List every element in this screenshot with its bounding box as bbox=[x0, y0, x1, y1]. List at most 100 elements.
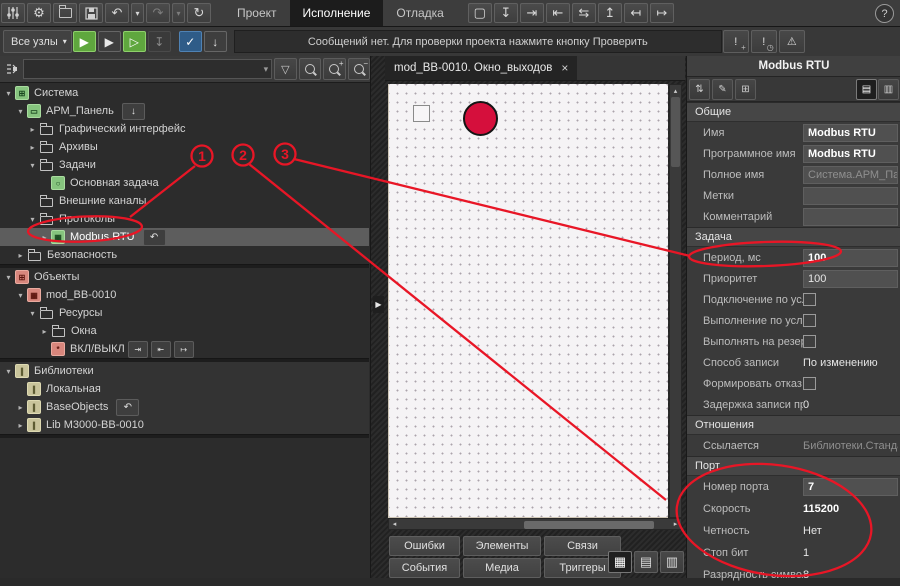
bottom-tab-errors[interactable]: Ошибки bbox=[389, 536, 460, 556]
binding-link-icon[interactable]: ↦ bbox=[174, 341, 194, 358]
search-icon[interactable] bbox=[299, 58, 321, 80]
expander-closed-icon[interactable]: ▸ bbox=[27, 143, 38, 152]
save-icon[interactable] bbox=[79, 3, 103, 23]
expander-closed-icon[interactable]: ▸ bbox=[15, 251, 26, 260]
property-value-input[interactable]: 7 bbox=[803, 478, 898, 496]
property-value-text[interactable]: По изменению bbox=[803, 357, 898, 369]
redo-icon[interactable]: ↷ bbox=[146, 3, 170, 23]
panel-expander-arrow[interactable]: ▶ bbox=[373, 296, 384, 313]
expander-open-icon[interactable]: ▾ bbox=[3, 89, 14, 98]
jump-back-icon[interactable]: ↶ bbox=[116, 399, 139, 416]
tree-item-libraries[interactable]: ▾ ∥ Библиотеки bbox=[0, 362, 369, 380]
open-folder-icon[interactable] bbox=[53, 3, 77, 23]
vertical-scrollbar[interactable]: ▴ bbox=[669, 84, 682, 518]
frame-select-icon[interactable]: ▢ bbox=[468, 3, 492, 23]
tree-item-modbus-rtu[interactable]: ▸ ▦ Modbus RTU ↶ bbox=[0, 228, 369, 246]
tree-item-on-off[interactable]: * ВКЛ/ВЫКЛ ⇥ ⇤ ↦ bbox=[0, 340, 369, 358]
insert-list-icon[interactable]: ↦ bbox=[650, 3, 674, 23]
load-check-button[interactable]: ↓ bbox=[204, 31, 227, 52]
property-value-input[interactable] bbox=[803, 208, 898, 226]
view-stacked-icon[interactable]: ▤ bbox=[856, 79, 877, 100]
deploy-target-icon[interactable]: ↓ bbox=[122, 103, 145, 120]
swap-branch-icon[interactable]: ⇆ bbox=[572, 3, 596, 23]
view-rows-icon[interactable]: ▤ bbox=[634, 551, 658, 573]
expander-open-icon[interactable]: ▾ bbox=[27, 309, 38, 318]
reload-node-icon[interactable]: ↻ bbox=[187, 3, 211, 23]
verify-project-button[interactable]: ✓ bbox=[179, 31, 202, 52]
property-value-input[interactable]: 100 bbox=[803, 270, 898, 288]
property-value-text[interactable]: 0 bbox=[803, 399, 898, 411]
checkbox[interactable] bbox=[803, 314, 816, 327]
scroll-up-icon[interactable]: ▴ bbox=[670, 85, 681, 96]
property-value-text[interactable]: 115200 bbox=[803, 503, 898, 515]
jump-back-icon[interactable]: ↶ bbox=[143, 229, 166, 246]
bottom-tab-elements[interactable]: Элементы bbox=[463, 536, 541, 556]
collapse-branch-icon[interactable]: ⇤ bbox=[546, 3, 570, 23]
expander-closed-icon[interactable]: ▸ bbox=[39, 327, 50, 336]
tree-item-baseobjects[interactable]: ▸ ∥ BaseObjects ↶ bbox=[0, 398, 369, 416]
property-value-text[interactable]: Нет bbox=[803, 525, 898, 537]
tree-item-system[interactable]: ▾ ⊞ Система bbox=[0, 84, 369, 102]
add-message-icon[interactable]: ! + bbox=[723, 30, 749, 53]
expander-open-icon[interactable]: ▾ bbox=[3, 367, 14, 376]
section-relations[interactable]: Отношения bbox=[687, 415, 900, 435]
sort-properties-icon[interactable]: ⇅ bbox=[689, 79, 710, 100]
search-next-icon[interactable]: + bbox=[323, 58, 345, 80]
view-grid-icon[interactable]: ▦ bbox=[608, 551, 632, 573]
settings-sliders-icon[interactable] bbox=[1, 3, 25, 23]
editor-tab[interactable]: mod_BB-0010. Окно_выходов × bbox=[385, 56, 577, 80]
scroll-left-icon[interactable]: ◂ bbox=[389, 520, 400, 528]
binding-in-icon[interactable]: ⇥ bbox=[128, 341, 148, 358]
run-all-button[interactable]: ▶ bbox=[73, 31, 96, 52]
tab-project[interactable]: Проект bbox=[224, 0, 290, 26]
help-icon[interactable]: ? bbox=[875, 4, 894, 23]
expander-open-icon[interactable]: ▾ bbox=[27, 215, 38, 224]
close-icon[interactable]: × bbox=[561, 61, 568, 75]
expander-open-icon[interactable]: ▾ bbox=[15, 291, 26, 300]
canvas-circle-element[interactable] bbox=[463, 101, 498, 136]
tab-debug[interactable]: Отладка bbox=[383, 0, 456, 26]
undo-dropdown-icon[interactable]: ▾ bbox=[131, 3, 144, 23]
tree-item-protocols[interactable]: ▾ Протоколы bbox=[0, 210, 369, 228]
tree-item-objects[interactable]: ▾ ⊞ Объекты bbox=[0, 268, 369, 286]
tab-execution[interactable]: Исполнение bbox=[290, 0, 384, 26]
download-button[interactable]: ↧ bbox=[148, 31, 171, 52]
redo-dropdown-icon[interactable]: ▾ bbox=[172, 3, 185, 23]
bottom-tab-media[interactable]: Медиа bbox=[463, 558, 541, 578]
expand-branch-icon[interactable]: ⇥ bbox=[520, 3, 544, 23]
design-canvas[interactable] bbox=[388, 84, 668, 518]
tree-item-tasks[interactable]: ▾ Задачи bbox=[0, 156, 369, 174]
view-side-icon[interactable]: ▥ bbox=[878, 79, 899, 100]
expander-open-icon[interactable]: ▾ bbox=[15, 107, 26, 116]
section-port[interactable]: Порт bbox=[687, 456, 900, 476]
tree-item-windows[interactable]: ▸ Окна bbox=[0, 322, 369, 340]
expander-open-icon[interactable]: ▾ bbox=[27, 161, 38, 170]
checkbox[interactable] bbox=[803, 335, 816, 348]
expander-closed-icon[interactable]: ▸ bbox=[39, 233, 50, 242]
run-debug-button[interactable]: ▷ bbox=[123, 31, 146, 52]
tree-item-archives[interactable]: ▸ Архивы bbox=[0, 138, 369, 156]
recent-messages-icon[interactable]: ! ◷ bbox=[751, 30, 777, 53]
expander-closed-icon[interactable]: ▸ bbox=[15, 421, 26, 430]
tree-item-local-library[interactable]: ∥ Локальная bbox=[0, 380, 369, 398]
expander-open-icon[interactable]: ▾ bbox=[3, 273, 14, 282]
property-value-input[interactable]: Modbus RTU bbox=[803, 124, 898, 142]
checkbox[interactable] bbox=[803, 377, 816, 390]
tree-item-resources[interactable]: ▾ Ресурсы bbox=[0, 304, 369, 322]
scrollbar-thumb[interactable] bbox=[671, 97, 680, 167]
search-prev-icon[interactable]: − bbox=[348, 58, 370, 80]
distribute-down-icon[interactable]: ↧ bbox=[494, 3, 518, 23]
canvas-square-element[interactable] bbox=[413, 105, 430, 122]
tree-item-external-channels[interactable]: Внешние каналы bbox=[0, 192, 369, 210]
tree-item-security[interactable]: ▸ Безопасность bbox=[0, 246, 369, 264]
property-value-input[interactable]: 100 bbox=[803, 249, 898, 267]
chevron-down-icon[interactable]: ▾ bbox=[264, 64, 269, 75]
tree-item-main-task[interactable]: ○ Основная задача bbox=[0, 174, 369, 192]
linked-properties-icon[interactable]: ⊞ bbox=[735, 79, 756, 100]
property-value-input[interactable] bbox=[803, 187, 898, 205]
property-value-input[interactable]: Modbus RTU bbox=[803, 145, 898, 163]
warnings-filter-icon[interactable]: ⚠ bbox=[779, 30, 805, 53]
tree-item-mod-bb-0010[interactable]: ▾ ▦ mod_BB-0010 bbox=[0, 286, 369, 304]
horizontal-scrollbar[interactable]: ◂ ▸ bbox=[388, 518, 682, 530]
filter-properties-icon[interactable]: ✎ bbox=[712, 79, 733, 100]
